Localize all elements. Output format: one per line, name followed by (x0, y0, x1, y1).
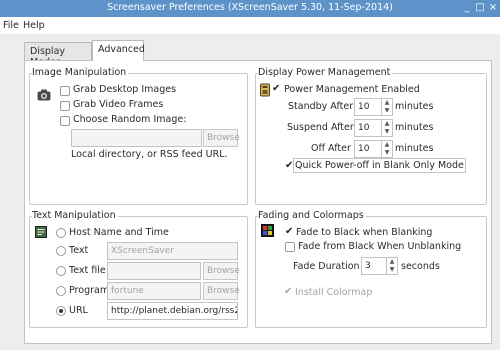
fading-title: Fading and Colormaps (258, 210, 366, 221)
url-input[interactable]: http://planet.debian.org/rss20.x (107, 302, 238, 320)
choose-random-label: Choose Random Image: (73, 114, 187, 125)
textfile-input[interactable] (107, 262, 201, 280)
install-colormap-checkbox[interactable]: ✔ (284, 286, 292, 297)
host-name-radio[interactable] (56, 228, 66, 238)
menu-file[interactable]: File (3, 20, 19, 31)
quick-power-off-label: Quick Power-off in Blank Only Mode (293, 158, 466, 173)
power-enabled-label: Power Management Enabled (284, 84, 420, 95)
suspend-input[interactable]: 10 (354, 119, 382, 137)
grab-video-label: Grab Video Frames (73, 99, 164, 110)
text-manipulation-title: Text Manipulation (32, 210, 118, 221)
image-manipulation-title: Image Manipulation (32, 67, 129, 78)
suspend-label: Suspend After (287, 122, 354, 133)
fade-duration-spinner[interactable]: ▲ ▼ (386, 257, 398, 275)
fade-to-black-checkbox[interactable]: ✔ (285, 226, 293, 237)
menu-bar: File Help (0, 17, 500, 34)
textfile-label: Text file (69, 265, 106, 276)
power-icon (259, 83, 271, 100)
install-colormap-label: Install Colormap (295, 287, 373, 298)
standby-input[interactable]: 10 (354, 98, 382, 116)
fade-to-black-label: Fade to Black when Blanking (296, 227, 433, 238)
program-label: Program (69, 285, 110, 296)
host-name-label: Host Name and Time (69, 227, 169, 238)
menu-help[interactable]: Help (23, 20, 45, 31)
textfile-radio[interactable] (56, 266, 66, 276)
grab-desktop-label: Grab Desktop Images (73, 84, 177, 95)
off-after-unit: minutes (395, 143, 434, 154)
program-radio[interactable] (56, 286, 66, 296)
url-radio[interactable] (56, 306, 66, 316)
title-bar: Screensaver Preferences (XScreenSaver 5.… (0, 0, 500, 17)
fade-duration-label: Fade Duration (293, 261, 360, 272)
image-path-input[interactable] (71, 129, 202, 147)
power-management-title: Display Power Management (258, 67, 393, 78)
textfile-browse-button[interactable]: Browse (203, 262, 240, 280)
tab-display-modes[interactable]: Display Modes (24, 42, 92, 68)
fade-from-black-checkbox[interactable] (285, 242, 295, 252)
program-browse-button[interactable]: Browse (203, 282, 240, 300)
suspend-spinner[interactable]: ▲ ▼ (381, 119, 393, 137)
suspend-unit: minutes (395, 122, 434, 133)
off-after-spinner[interactable]: ▲ ▼ (381, 140, 393, 158)
choose-random-checkbox[interactable] (60, 116, 70, 126)
program-input[interactable]: fortune (107, 282, 201, 300)
grab-video-checkbox[interactable] (60, 101, 70, 111)
fade-duration-unit: seconds (401, 261, 440, 272)
window-title: Screensaver Preferences (XScreenSaver 5.… (107, 2, 393, 13)
text-label: Text (69, 245, 89, 256)
close-button[interactable]: × (487, 1, 499, 15)
image-hint: Local directory, or RSS feed URL. (71, 149, 228, 160)
tab-advanced[interactable]: Advanced (92, 40, 145, 61)
standby-spinner[interactable]: ▲ ▼ (381, 98, 393, 116)
camera-icon (37, 89, 51, 104)
grab-desktop-checkbox[interactable] (60, 86, 70, 96)
off-after-label: Off After (311, 143, 351, 154)
fade-from-black-label: Fade from Black When Unblanking (298, 241, 462, 252)
minimize-button[interactable]: _ (461, 1, 473, 15)
colormap-icon (261, 224, 274, 240)
image-browse-button[interactable]: Browse (203, 129, 240, 147)
fade-duration-input[interactable]: 3 (361, 257, 387, 275)
text-document-icon (35, 226, 47, 241)
maximize-button[interactable]: □ (474, 1, 486, 15)
off-after-input[interactable]: 10 (354, 140, 382, 158)
text-radio[interactable] (56, 246, 66, 256)
text-input[interactable]: XScreenSaver (107, 242, 238, 260)
standby-unit: minutes (395, 101, 434, 112)
url-label: URL (69, 305, 88, 316)
power-enabled-checkbox[interactable]: ✔ (272, 83, 280, 94)
standby-label: Standby After (288, 101, 354, 112)
